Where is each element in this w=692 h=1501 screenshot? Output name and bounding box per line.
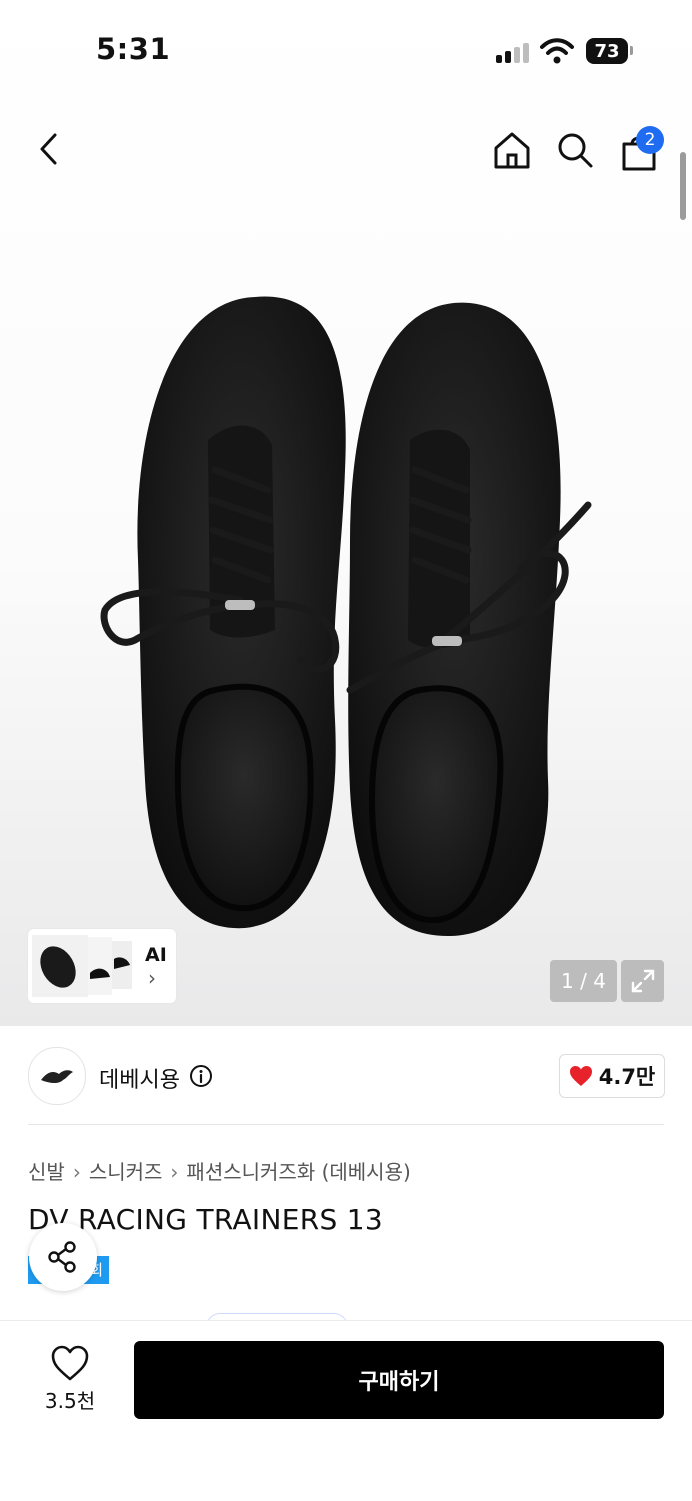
breadcrumb-item[interactable]: 패션스니커즈화 (데베시용) [186, 1160, 410, 1184]
breadcrumb: 신발 › 스니커즈 › 패션스니커즈화 (데베시용) [28, 1156, 411, 1185]
breadcrumb-separator: › [170, 1160, 179, 1184]
bird-logo-icon [41, 1070, 73, 1083]
wishlist-count: 3.5천 [44, 1389, 96, 1413]
brand-logo[interactable] [28, 1047, 86, 1105]
share-button[interactable] [29, 1223, 97, 1291]
breadcrumb-item[interactable]: 스니커즈 [89, 1160, 163, 1184]
breadcrumb-item[interactable]: 신발 [28, 1160, 65, 1184]
brand-name[interactable]: 데베시용 [99, 1062, 180, 1094]
status-time: 5:31 [96, 32, 171, 66]
expand-button[interactable] [621, 960, 664, 1002]
search-icon [558, 133, 593, 168]
share-icon [48, 1241, 76, 1273]
cart-count-badge: 2 [636, 126, 664, 154]
breadcrumb-separator: › [72, 1160, 81, 1184]
info-icon[interactable] [189, 1064, 213, 1088]
divider [28, 1124, 664, 1125]
heart-filled-icon [569, 1066, 592, 1086]
search-button[interactable] [553, 128, 597, 172]
scrollbar[interactable] [680, 152, 686, 220]
home-icon [494, 132, 530, 169]
ai-label: AI [145, 944, 167, 966]
home-button[interactable] [490, 128, 534, 172]
buy-button[interactable]: 구매하기 [134, 1341, 664, 1419]
battery-cap [630, 46, 633, 55]
cellular-signal-icon [496, 41, 532, 63]
brand-like-button[interactable]: 4.7만 [559, 1054, 665, 1098]
battery-indicator: 73 [586, 38, 628, 64]
wishlist-button[interactable] [48, 1343, 92, 1383]
chevron-left-icon [40, 133, 57, 165]
back-button[interactable] [27, 127, 71, 171]
chevron-right-icon: › [148, 966, 156, 990]
expand-icon [631, 969, 654, 993]
wifi-icon [540, 38, 574, 64]
image-pager: 1 / 4 [550, 960, 617, 1002]
thumbnail-image [32, 935, 132, 997]
brand-like-count: 4.7만 [598, 1065, 656, 1089]
heart-outline-icon [51, 1345, 89, 1381]
